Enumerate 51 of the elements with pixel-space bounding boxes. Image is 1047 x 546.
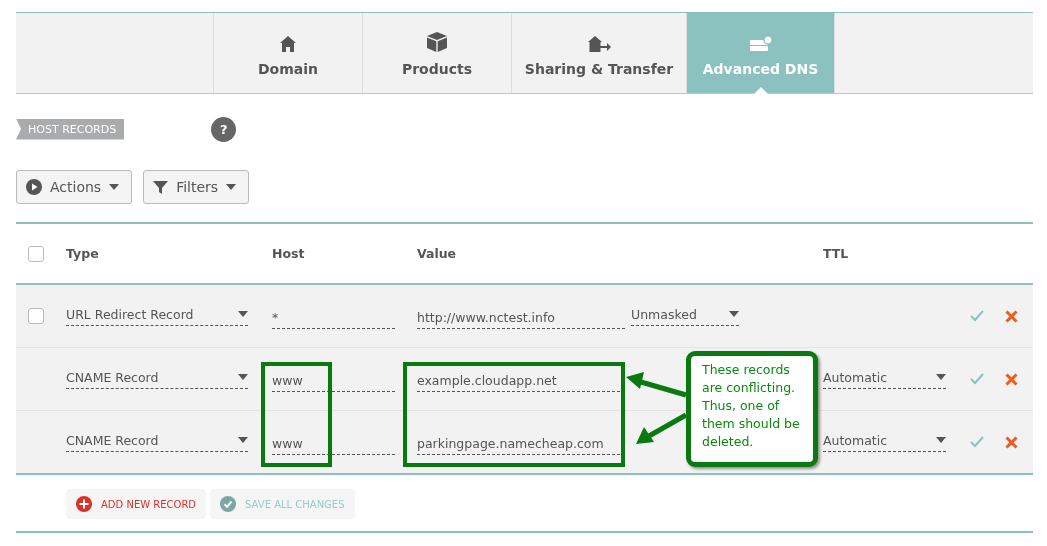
caret-icon [238, 437, 248, 443]
column-header: Value [417, 246, 458, 261]
check-icon[interactable] [970, 436, 984, 448]
callout-note: These records are conflicting. Thus, one of them should be deleted. [686, 351, 818, 467]
close-icon[interactable] [1005, 309, 1018, 323]
add-record-button[interactable]: ADD NEW RECORD [66, 489, 207, 519]
host-field[interactable]: www [272, 435, 395, 455]
dropdown-button[interactable]: Filters [143, 170, 250, 204]
host-field[interactable]: www [272, 372, 395, 392]
column-header: Host [272, 246, 306, 261]
close-icon[interactable] [1005, 372, 1018, 386]
close-icon[interactable] [1005, 435, 1018, 449]
arrow [626, 372, 687, 398]
value-field[interactable]: http://www.nctest.info [417, 309, 625, 329]
help-button[interactable]: ? [211, 116, 237, 142]
house-arrow-icon [587, 35, 611, 53]
checkbox[interactable] [28, 245, 44, 262]
host-field[interactable]: * [272, 309, 395, 329]
type-select[interactable]: URL Redirect Record [66, 306, 248, 326]
check-icon[interactable] [970, 373, 984, 385]
type-select[interactable]: CNAME Record [66, 369, 248, 389]
plus-icon [76, 496, 92, 512]
checkbox[interactable] [28, 308, 44, 324]
column-header: TTL [823, 246, 850, 261]
value-field[interactable]: parkingpage.namecheap.com [417, 435, 625, 455]
caret-icon [238, 311, 248, 317]
tab-pointer [753, 87, 768, 94]
tab[interactable]: Domain [213, 13, 362, 93]
type-select[interactable]: CNAME Record [66, 432, 248, 452]
caret-icon [226, 184, 237, 190]
home-icon [279, 35, 297, 53]
mode-select[interactable]: Unmasked [631, 306, 739, 326]
value-field[interactable]: example.cloudapp.net [417, 372, 625, 392]
tab[interactable]: Products [362, 13, 511, 93]
filter-icon [153, 179, 169, 195]
caret-icon [936, 374, 946, 380]
box-icon [426, 31, 448, 53]
caret-icon [109, 184, 120, 190]
caret-icon [729, 311, 739, 317]
section-label: HOST RECORDS [16, 118, 125, 140]
column-header: Type [66, 246, 100, 261]
caret-icon [238, 374, 248, 380]
dropdown-button[interactable]: Actions [16, 170, 133, 204]
ttl-select[interactable]: Automatic [823, 369, 946, 389]
server-icon [748, 35, 773, 53]
caret-icon [936, 437, 946, 443]
play-icon [26, 179, 42, 195]
arrow [636, 412, 688, 444]
check-icon[interactable] [970, 310, 984, 322]
ttl-select[interactable]: Automatic [823, 432, 946, 452]
check-icon [220, 496, 237, 512]
